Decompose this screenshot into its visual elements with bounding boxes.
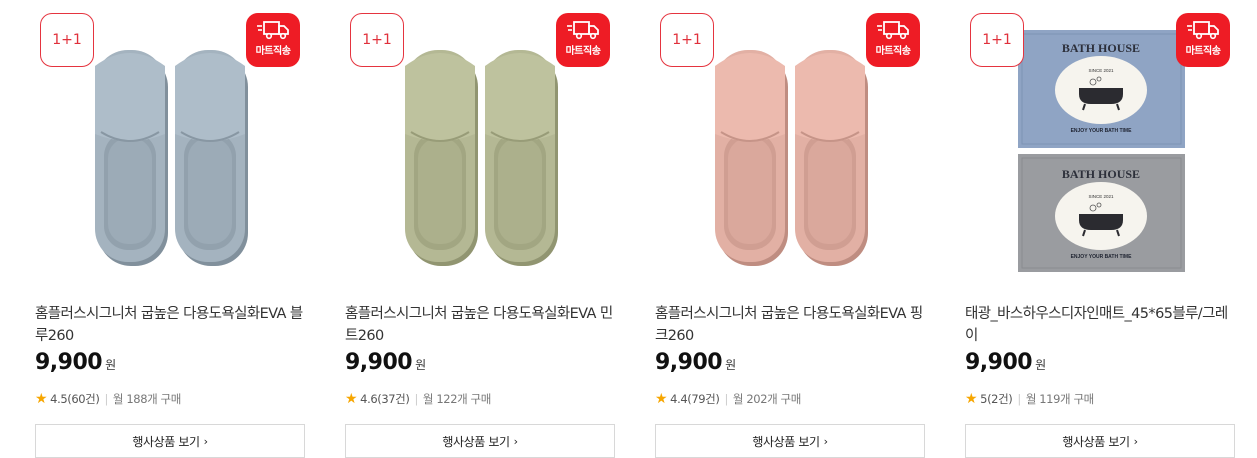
button-label: 행사상품 보기: [442, 434, 510, 449]
divider: |: [1017, 392, 1021, 406]
product-meta: ★ 4.6(37건) | 월 122개 구매: [345, 391, 491, 407]
ship-badge-label: 마트직송: [1185, 46, 1221, 57]
promo-badge: 1+1: [660, 13, 714, 67]
monthly-sales: 월 202개 구매: [732, 392, 801, 406]
product-price: 9,900: [345, 350, 413, 375]
left-slipper: [715, 50, 788, 266]
monthly-sales: 월 122개 구매: [422, 392, 491, 406]
truck-icon: [877, 21, 909, 40]
button-label: 행사상품 보기: [752, 434, 820, 449]
ship-badge-label: 마트직송: [255, 46, 291, 57]
product-meta: ★ 4.5(60건) | 월 188개 구매: [35, 391, 181, 407]
right-slipper: [175, 50, 248, 266]
truck-icon: [567, 21, 599, 40]
product-name[interactable]: 태광_바스하우스디자인매트_45*65블루/그레이: [965, 303, 1235, 347]
price-row: 9,900 원: [965, 350, 1046, 382]
product-card[interactable]: 1+1 마트직송 홈플러스시그니처 굽높은 다용도욕실화EVA 블루260 9,…: [35, 0, 305, 458]
view-event-products-button[interactable]: 행사상품 보기 ›: [965, 424, 1235, 458]
svg-text:ENJOY YOUR BATH TIME: ENJOY YOUR BATH TIME: [1071, 254, 1133, 260]
promo-badge: 1+1: [350, 13, 404, 67]
product-meta: ★ 4.4(79건) | 월 202개 구매: [655, 391, 801, 407]
product-grid: 1+1 마트직송 홈플러스시그니처 굽높은 다용도욕실화EVA 블루260 9,…: [0, 0, 1257, 458]
view-event-products-button[interactable]: 행사상품 보기 ›: [655, 424, 925, 458]
chevron-right-icon: ›: [823, 434, 828, 448]
product-price: 9,900: [965, 350, 1033, 375]
divider: |: [724, 392, 728, 406]
star-icon: ★: [655, 391, 668, 407]
product-card[interactable]: BATH HOUSE SINCE 2021 ENJOY YOUR BATH TI…: [965, 0, 1235, 458]
bath-mat-bottom: BATH HOUSE SINCE 2021 ENJOY YOUR BATH TI…: [1018, 154, 1185, 272]
svg-text:SINCE 2021: SINCE 2021: [1088, 68, 1114, 73]
price-unit: 원: [105, 358, 117, 372]
svg-text:ENJOY YOUR BATH TIME: ENJOY YOUR BATH TIME: [1071, 128, 1133, 134]
chevron-right-icon: ›: [1133, 434, 1138, 448]
svg-text:BATH HOUSE: BATH HOUSE: [1062, 167, 1140, 181]
truck-icon: [257, 21, 289, 40]
mart-delivery-badge: 마트직송: [556, 13, 610, 67]
product-meta: ★ 5(2건) | 월 119개 구매: [965, 391, 1094, 407]
star-icon: ★: [345, 391, 358, 407]
button-label: 행사상품 보기: [132, 434, 200, 449]
product-price: 9,900: [35, 350, 103, 375]
star-icon: ★: [965, 391, 978, 407]
right-slipper: [485, 50, 558, 266]
price-unit: 원: [1035, 358, 1047, 372]
rating-text: 4.5(60건): [50, 392, 100, 406]
star-icon: ★: [35, 391, 48, 407]
product-name[interactable]: 홈플러스시그니처 굽높은 다용도욕실화EVA 블루260: [35, 303, 305, 347]
monthly-sales: 월 119개 구매: [1025, 392, 1094, 406]
chevron-right-icon: ›: [513, 434, 518, 448]
ship-badge-label: 마트직송: [565, 46, 601, 57]
mart-delivery-badge: 마트직송: [246, 13, 300, 67]
left-slipper: [405, 50, 478, 266]
price-row: 9,900 원: [345, 350, 426, 382]
truck-icon: [1187, 21, 1219, 40]
price-row: 9,900 원: [655, 350, 736, 382]
divider: |: [104, 392, 108, 406]
ship-badge-label: 마트직송: [875, 46, 911, 57]
product-name[interactable]: 홈플러스시그니처 굽높은 다용도욕실화EVA 핑크260: [655, 303, 925, 347]
price-unit: 원: [725, 358, 737, 372]
rating-text: 5(2건): [980, 392, 1013, 406]
left-slipper: [95, 50, 168, 266]
product-name[interactable]: 홈플러스시그니처 굽높은 다용도욕실화EVA 민트260: [345, 303, 615, 347]
promo-badge: 1+1: [970, 13, 1024, 67]
bath-mat-top: BATH HOUSE SINCE 2021 ENJOY YOUR BATH TI…: [1018, 30, 1185, 148]
price-unit: 원: [415, 358, 427, 372]
mart-delivery-badge: 마트직송: [1176, 13, 1230, 67]
divider: |: [414, 392, 418, 406]
rating-text: 4.6(37건): [360, 392, 410, 406]
product-card[interactable]: 1+1 마트직송 홈플러스시그니처 굽높은 다용도욕실화EVA 핑크260 9,…: [655, 0, 925, 458]
button-label: 행사상품 보기: [1062, 434, 1130, 449]
view-event-products-button[interactable]: 행사상품 보기 ›: [345, 424, 615, 458]
product-price: 9,900: [655, 350, 723, 375]
chevron-right-icon: ›: [203, 434, 208, 448]
price-row: 9,900 원: [35, 350, 116, 382]
rating-text: 4.4(79건): [670, 392, 720, 406]
promo-badge: 1+1: [40, 13, 94, 67]
product-card[interactable]: 1+1 마트직송 홈플러스시그니처 굽높은 다용도욕실화EVA 민트260 9,…: [345, 0, 615, 458]
svg-text:BATH HOUSE: BATH HOUSE: [1062, 41, 1140, 55]
monthly-sales: 월 188개 구매: [112, 392, 181, 406]
mart-delivery-badge: 마트직송: [866, 13, 920, 67]
view-event-products-button[interactable]: 행사상품 보기 ›: [35, 424, 305, 458]
right-slipper: [795, 50, 868, 266]
svg-text:SINCE 2021: SINCE 2021: [1088, 194, 1114, 199]
